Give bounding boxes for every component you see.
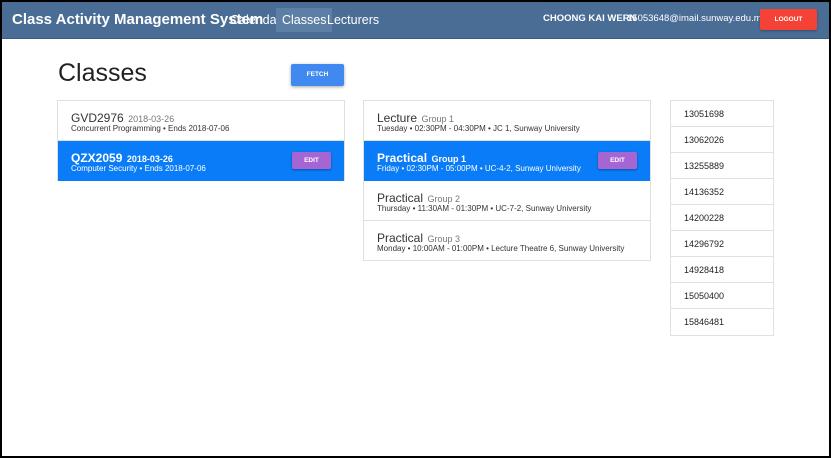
student-id[interactable]: 13255889 [671, 153, 773, 179]
student-id[interactable]: 14928418 [671, 257, 773, 283]
class-item-selected[interactable]: QZX2059 2018-03-26 Computer Security • E… [58, 141, 344, 181]
user-name: CHOONG KAI WERN [543, 13, 637, 24]
page-title: Classes [58, 59, 147, 87]
app-window: Class Activity Management System Calenda… [2, 2, 829, 456]
session-group: Group 2 [427, 194, 460, 204]
navbar: Class Activity Management System Calenda… [2, 2, 829, 39]
session-group: Group 1 [431, 154, 467, 164]
class-date: 2018-03-26 [126, 154, 173, 164]
fetch-button[interactable]: FETCH [291, 64, 344, 86]
student-id[interactable]: 13051698 [671, 101, 773, 127]
class-list: GVD2976 2018-03-26 Concurrent Programmin… [57, 100, 345, 181]
student-id[interactable]: 14200228 [671, 205, 773, 231]
edit-class-button[interactable]: EDIT [292, 152, 331, 169]
session-desc: Monday • 10:00AM - 01:00PM • Lecture The… [377, 244, 625, 253]
session-type: Practical [377, 231, 424, 245]
session-group: Group 1 [421, 114, 455, 124]
nav-lecturers[interactable]: Lecturers [321, 8, 385, 32]
student-id[interactable]: 14136352 [671, 179, 773, 205]
student-id[interactable]: 14296792 [671, 231, 773, 257]
class-code: GVD2976 [71, 111, 124, 125]
class-desc: Concurrent Programming • Ends 2018-07-06 [71, 124, 230, 133]
edit-session-button[interactable]: EDIT [598, 152, 637, 169]
student-id[interactable]: 15050400 [671, 283, 773, 309]
class-item[interactable]: GVD2976 2018-03-26 Concurrent Programmin… [58, 101, 344, 141]
logout-button[interactable]: LOGOUT [760, 9, 817, 30]
session-item-selected[interactable]: Practical Group 1 Friday • 02:30PM - 05:… [364, 141, 650, 181]
session-list: Lecture Group 1 Tuesday • 02:30PM - 04:3… [363, 100, 651, 261]
class-code: QZX2059 [71, 151, 123, 165]
session-desc: Thursday • 11:30AM - 01:30PM • UC-7-2, S… [377, 204, 592, 213]
user-email: 15053648@imail.sunway.edu.my [627, 13, 767, 24]
session-desc: Friday • 02:30PM - 05:00PM • UC-4-2, Sun… [377, 164, 581, 173]
session-type: Lecture [377, 111, 418, 125]
session-type: Practical [377, 191, 424, 205]
session-type: Practical [377, 151, 428, 165]
session-item[interactable]: Practical Group 3 Monday • 10:00AM - 01:… [364, 221, 650, 261]
student-id[interactable]: 15846481 [671, 309, 773, 335]
student-id[interactable]: 13062026 [671, 127, 773, 153]
student-list: 13051698 13062026 13255889 14136352 1420… [670, 100, 774, 336]
session-group: Group 3 [427, 234, 460, 244]
session-desc: Tuesday • 02:30PM - 04:30PM • JC 1, Sunw… [377, 124, 580, 133]
session-item[interactable]: Practical Group 2 Thursday • 11:30AM - 0… [364, 181, 650, 221]
session-item[interactable]: Lecture Group 1 Tuesday • 02:30PM - 04:3… [364, 101, 650, 141]
class-date: 2018-03-26 [128, 114, 175, 124]
class-desc: Computer Security • Ends 2018-07-06 [71, 164, 206, 173]
